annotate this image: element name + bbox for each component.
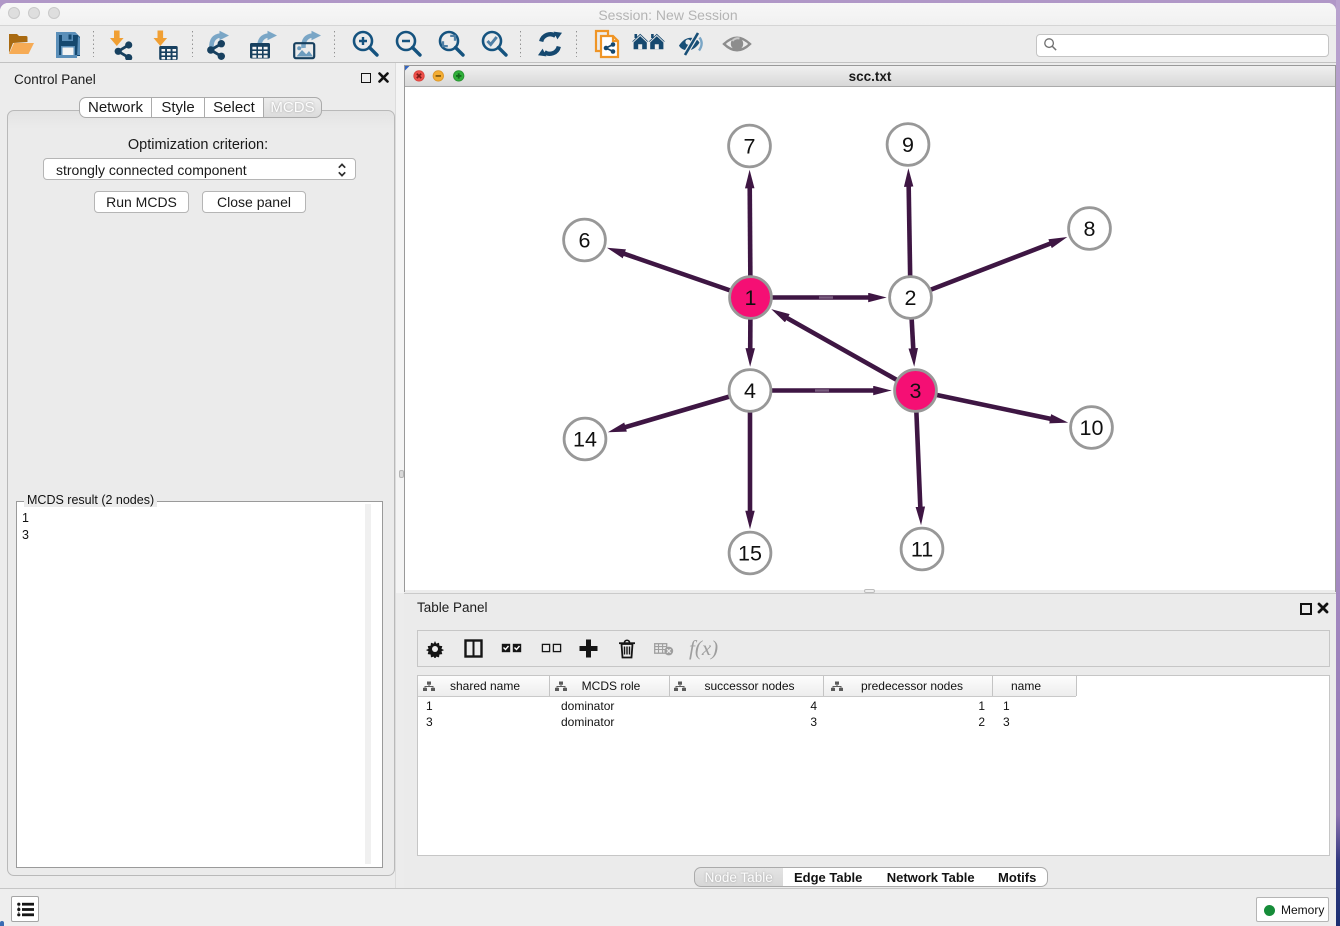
svg-text:3: 3 xyxy=(910,379,922,403)
svg-text:2: 2 xyxy=(905,286,917,310)
svg-text:1: 1 xyxy=(745,286,757,310)
svg-text:6: 6 xyxy=(579,229,591,253)
svg-text:14: 14 xyxy=(573,428,597,452)
svg-text:15: 15 xyxy=(738,542,762,566)
svg-text:4: 4 xyxy=(744,379,756,403)
svg-text:7: 7 xyxy=(744,135,756,159)
svg-text:9: 9 xyxy=(902,133,914,157)
svg-text:8: 8 xyxy=(1084,217,1096,241)
svg-text:10: 10 xyxy=(1080,416,1104,440)
svg-text:11: 11 xyxy=(911,538,933,562)
